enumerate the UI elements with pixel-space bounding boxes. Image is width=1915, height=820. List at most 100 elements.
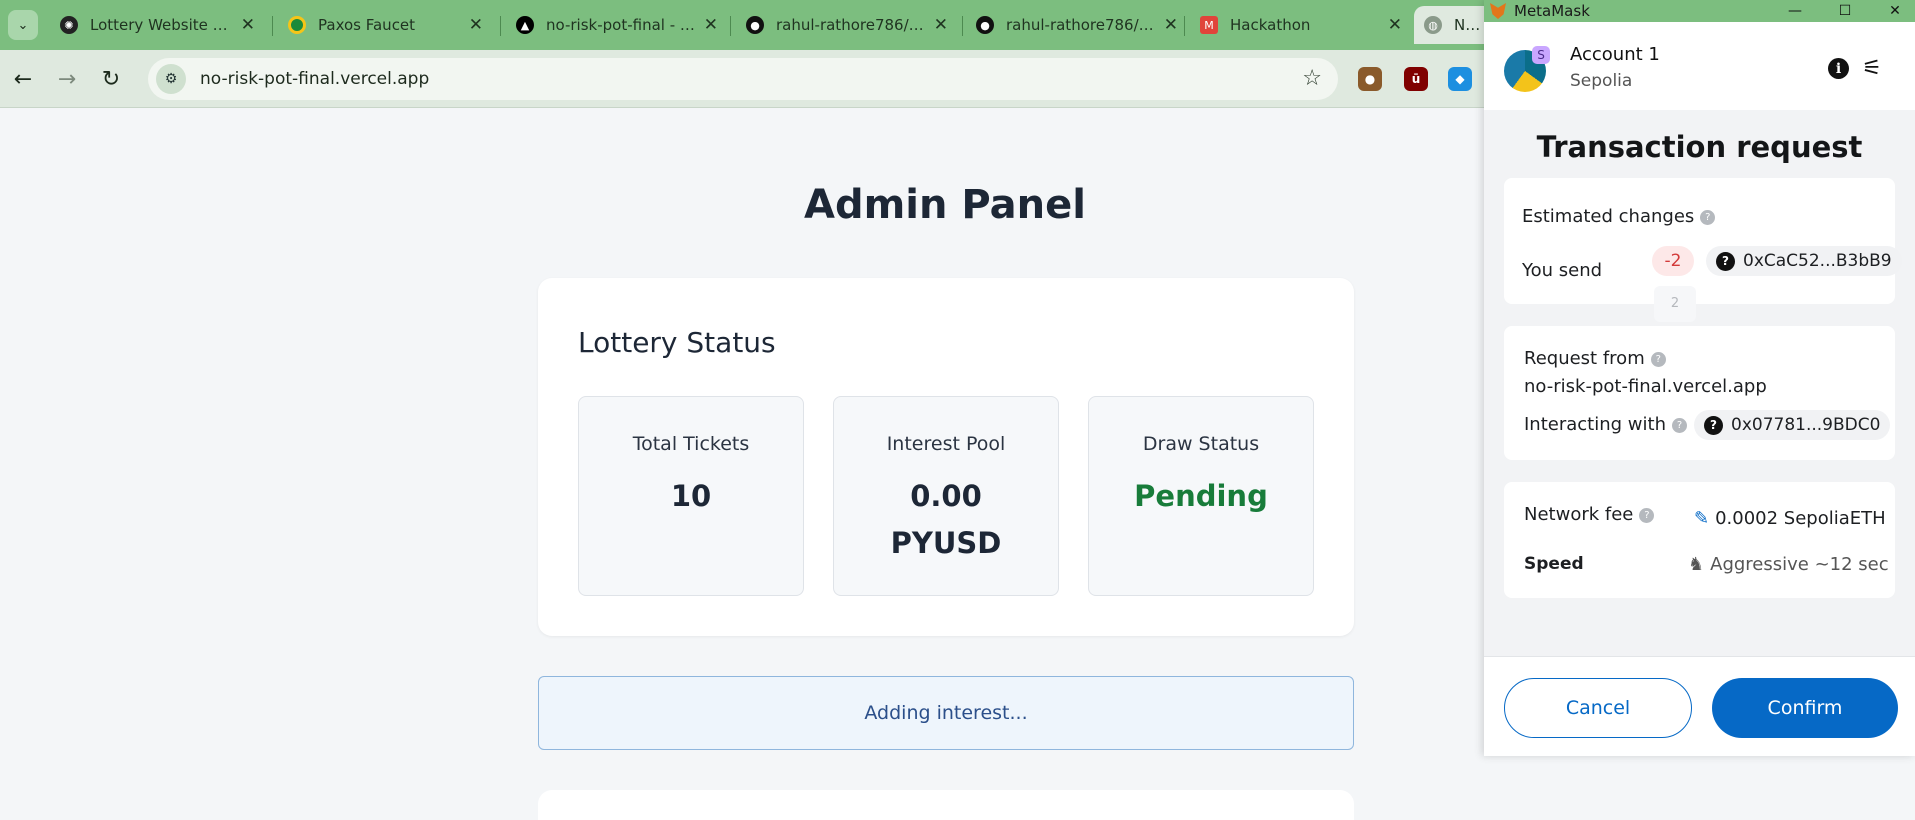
request-details-card: Request from? no-risk-pot-final.vercel.a…	[1504, 326, 1895, 460]
tab-title: Lottery Website Dem	[90, 16, 233, 34]
extension-diamond-icon[interactable]: ◆	[1448, 67, 1472, 91]
stat-label: Draw Status	[1142, 433, 1260, 455]
minimize-icon: —	[1788, 3, 1802, 19]
settings-sliders-icon[interactable]: ⚟	[1862, 56, 1882, 81]
tab-divider	[730, 16, 731, 36]
tab-title: no-risk-pot-final - Ov	[546, 16, 696, 34]
you-send-label: You send	[1522, 260, 1603, 281]
metamask-popup: MetaMask — ☐ ✕ S Account 1 Sepolia i ⚟ T…	[1484, 0, 1915, 756]
address-bar[interactable]: ⚙ no-risk-pot-final.vercel.app ☆	[148, 58, 1338, 100]
next-card	[538, 790, 1354, 820]
chevron-down-icon: ⌄	[17, 17, 29, 33]
stat-label: Interest Pool	[886, 433, 1006, 455]
address-text: 0x07781...9BDC0	[1731, 415, 1881, 435]
stat-draw-status: Draw Status Pending	[1088, 396, 1314, 596]
request-from-value: no-risk-pot-final.vercel.app	[1524, 376, 1767, 397]
tab-divider	[272, 16, 273, 36]
transaction-heading: Transaction request	[1536, 130, 1863, 164]
stat-value: 0.00 PYUSD	[890, 479, 1002, 560]
interacting-with-row: Interacting with?	[1524, 414, 1687, 435]
tab-github-repo-1[interactable]: ● rahul-rathore786/No ✕	[736, 6, 958, 44]
cancel-button[interactable]: Cancel	[1504, 678, 1692, 738]
account-name[interactable]: Account 1	[1570, 44, 1660, 65]
tab-title: Paxos Faucet	[318, 16, 416, 34]
recipient-address[interactable]: ? 0xCaC52...B3bB9	[1706, 246, 1902, 276]
action-footer: Cancel Confirm	[1484, 656, 1915, 756]
stat-total-tickets: Total Tickets 10	[578, 396, 804, 596]
stat-value: 10	[670, 479, 712, 513]
popup-title: MetaMask	[1514, 2, 1590, 20]
github-icon: ●	[746, 16, 764, 34]
estimated-changes-label: Estimated changes	[1522, 206, 1695, 227]
tab-paxos-faucet[interactable]: Paxos Faucet ✕	[278, 6, 493, 44]
tab-title: Hackathon	[1230, 16, 1311, 34]
maximize-button[interactable]: ☐	[1825, 0, 1865, 22]
close-icon[interactable]: ✕	[934, 15, 948, 35]
close-window-button[interactable]: ✕	[1875, 0, 1915, 22]
help-icon[interactable]: ?	[1700, 209, 1716, 225]
url-text[interactable]: no-risk-pot-final.vercel.app	[200, 69, 429, 89]
help-icon[interactable]: ?	[1671, 417, 1687, 433]
info-icon[interactable]: i	[1828, 58, 1849, 79]
edit-pencil-icon[interactable]: ✎	[1694, 508, 1709, 529]
send-amount[interactable]: -2	[1652, 246, 1694, 276]
paxos-icon	[288, 16, 306, 34]
close-icon[interactable]: ✕	[1388, 15, 1402, 35]
request-from-row: Request from?	[1524, 348, 1666, 369]
estimated-changes-row: Estimated changes?	[1522, 206, 1716, 227]
tab-vercel-overview[interactable]: ▲ no-risk-pot-final - Ov ✕	[506, 6, 728, 44]
tab-search-button[interactable]: ⌄	[8, 10, 38, 40]
fee-value-row[interactable]: ✎ 0.0002 SepoliaETH	[1694, 508, 1886, 529]
back-button[interactable]: ←	[6, 62, 40, 96]
estimated-changes-card: Estimated changes? You send -2 2 ? 0xCaC5…	[1504, 178, 1902, 322]
openai-icon: ✺	[60, 16, 78, 34]
arrow-right-icon: →	[57, 66, 77, 92]
close-icon[interactable]: ✕	[469, 15, 483, 35]
popup-titlebar: MetaMask — ☐ ✕	[1484, 0, 1915, 22]
vercel-icon: ▲	[516, 16, 534, 34]
address-text: 0xCaC52...B3bB9	[1743, 251, 1892, 271]
card-title: Lottery Status	[578, 326, 776, 359]
tab-active-norisk[interactable]: ◍ NoR	[1414, 6, 1494, 44]
progress-message: Adding interest...	[538, 676, 1354, 750]
contract-address[interactable]: ? 0x07781...9BDC0	[1694, 410, 1891, 440]
tab-hackathon[interactable]: M Hackathon ✕	[1190, 6, 1412, 44]
status-badge: Pending	[1134, 479, 1268, 513]
minimize-button[interactable]: —	[1775, 0, 1815, 22]
gorilla-icon: ♞	[1688, 554, 1705, 575]
close-icon: ✕	[1889, 3, 1901, 19]
network-badge: S	[1532, 46, 1550, 64]
close-icon[interactable]: ✕	[241, 15, 255, 35]
cookie-extension-icon[interactable]: ●	[1358, 67, 1382, 91]
interacting-with-label: Interacting with	[1524, 414, 1666, 435]
help-icon[interactable]: ?	[1639, 507, 1655, 523]
tab-github-repo-2[interactable]: ● rahul-rathore786/No ✕	[966, 6, 1188, 44]
speed-value-row: ♞ Aggressive ~12 sec	[1688, 554, 1889, 575]
close-icon[interactable]: ✕	[1164, 15, 1178, 35]
reload-button[interactable]: ↻	[94, 62, 128, 96]
confirm-button[interactable]: Confirm	[1712, 678, 1898, 738]
speed-label: Speed	[1524, 554, 1584, 574]
network-name: Sepolia	[1570, 71, 1633, 91]
github-icon: ●	[976, 16, 994, 34]
speed-value: Aggressive ~12 sec	[1710, 554, 1889, 575]
bookmark-star-icon[interactable]: ☆	[1302, 66, 1322, 91]
unknown-contract-icon: ?	[1704, 415, 1723, 435]
tab-lottery-website[interactable]: ✺ Lottery Website Dem ✕	[50, 6, 265, 44]
metamask-fox-icon	[1490, 3, 1506, 19]
network-fee-row: Network fee?	[1524, 504, 1655, 525]
ublock-icon[interactable]: ū	[1404, 67, 1428, 91]
lottery-status-card: Lottery Status Total Tickets 10 Interest…	[538, 278, 1354, 636]
forward-button[interactable]: →	[50, 62, 84, 96]
tab-title: rahul-rathore786/No	[776, 16, 926, 34]
tab-title: NoR	[1454, 16, 1484, 34]
request-from-label: Request from	[1524, 348, 1645, 369]
site-settings-icon[interactable]: ⚙	[156, 64, 186, 94]
network-fee-card: Network fee? ✎ 0.0002 SepoliaETH Speed ♞ A…	[1504, 482, 1895, 598]
account-header: S Account 1 Sepolia i ⚟	[1484, 22, 1915, 110]
network-fee-label: Network fee	[1524, 504, 1634, 525]
close-icon[interactable]: ✕	[704, 15, 718, 35]
help-icon[interactable]: ?	[1650, 351, 1666, 367]
tab-divider	[500, 16, 501, 36]
maximize-icon: ☐	[1838, 3, 1852, 19]
